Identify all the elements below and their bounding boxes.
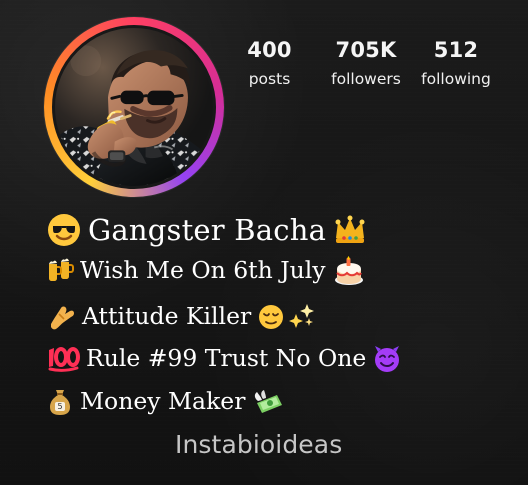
profile-avatar-ring[interactable] bbox=[44, 17, 224, 197]
crown-emoji-icon bbox=[332, 214, 368, 246]
money-with-wings-emoji-icon bbox=[251, 387, 285, 417]
followers-count: 705K bbox=[335, 38, 397, 62]
bio-money-text: Money Maker bbox=[80, 387, 246, 416]
money-bag-emoji-icon: 5 bbox=[46, 387, 74, 417]
bio-line-birthday: Wish Me On 6th July bbox=[46, 256, 366, 286]
posts-stat[interactable]: 400 posts bbox=[241, 40, 298, 88]
birthday-cake-emoji-icon bbox=[332, 256, 366, 286]
bio-line-money: 5 Money Maker bbox=[46, 387, 285, 417]
followers-stat[interactable]: 705K followers bbox=[322, 40, 410, 88]
beer-mugs-emoji-icon bbox=[46, 257, 74, 285]
bio-line-attitude: Attitude Killer bbox=[46, 302, 317, 332]
bio-rule-text: Rule #99 Trust No One bbox=[86, 344, 367, 373]
relieved-face-emoji-icon bbox=[257, 303, 285, 331]
hand-emoji-icon bbox=[46, 302, 76, 332]
bio-title: Gangster Bacha bbox=[88, 212, 327, 247]
bio-line-gangster: Gangster Bacha bbox=[46, 212, 368, 248]
hundred-points-emoji-icon bbox=[46, 345, 80, 373]
profile-screen: 400 posts 705K followers 512 following G… bbox=[0, 0, 528, 485]
sparkles-emoji-icon bbox=[287, 303, 317, 331]
posts-count: 400 bbox=[247, 38, 292, 62]
profile-avatar[interactable] bbox=[52, 25, 216, 189]
posts-label: posts bbox=[248, 70, 291, 88]
following-stat[interactable]: 512 following bbox=[415, 40, 497, 88]
instabioideas-watermark: Instabioideas bbox=[175, 430, 343, 459]
bio-line-rule: Rule #99 Trust No One bbox=[46, 344, 402, 374]
avatar-illustration bbox=[55, 28, 213, 186]
sunglasses-emoji-icon bbox=[46, 212, 82, 248]
followers-label: followers bbox=[331, 70, 401, 88]
following-count: 512 bbox=[433, 38, 479, 62]
bio-birthday-text: Wish Me On 6th July bbox=[80, 256, 326, 285]
following-label: following bbox=[421, 70, 491, 88]
smiling-devil-emoji-icon bbox=[372, 344, 402, 374]
svg-text:5: 5 bbox=[57, 402, 62, 411]
bio-attitude-text: Attitude Killer bbox=[82, 302, 252, 331]
